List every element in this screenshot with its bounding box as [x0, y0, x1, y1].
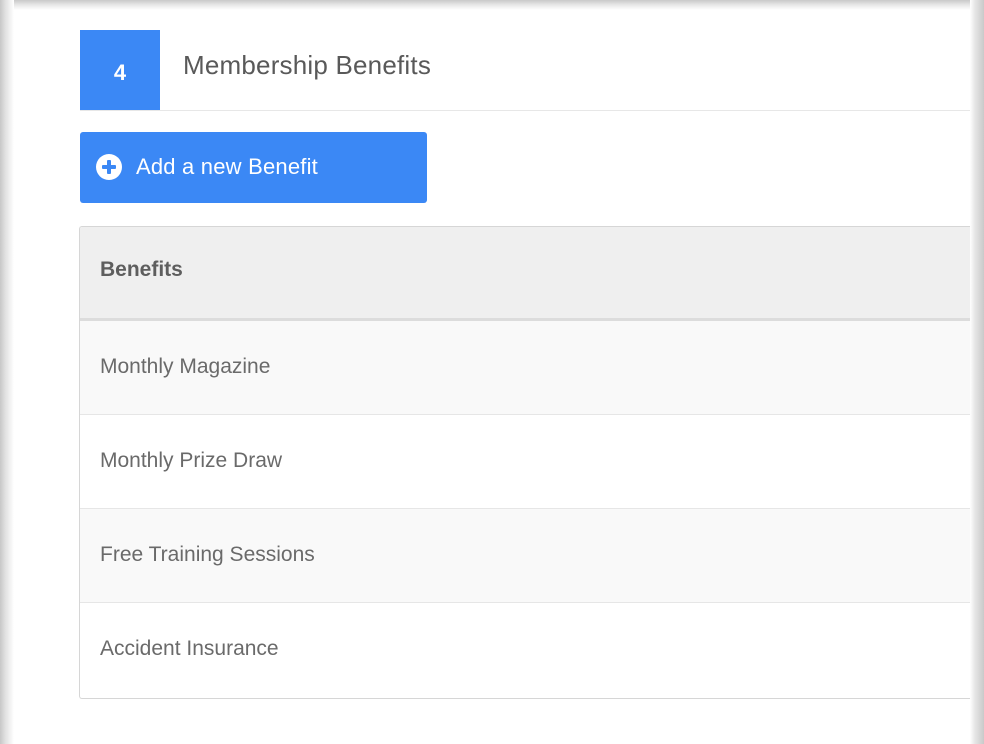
table-row[interactable]: Monthly Prize Draw — [80, 415, 970, 509]
benefit-name: Monthly Magazine — [100, 355, 271, 378]
benefit-name: Free Training Sessions — [100, 543, 315, 566]
membership-benefits-panel: 4 Membership Benefits Add a new Benefit … — [14, 10, 970, 744]
window-shadow-right — [970, 0, 984, 744]
step-number-badge: 4 — [80, 30, 160, 110]
section-title: Membership Benefits — [183, 50, 432, 80]
plus-circle-icon — [96, 154, 122, 180]
table-header: Benefits — [80, 227, 970, 321]
benefits-table: Benefits Monthly Magazine Monthly Prize … — [79, 226, 970, 699]
window-shadow-left — [0, 0, 14, 744]
add-benefit-label: Add a new Benefit — [136, 154, 318, 179]
table-row[interactable]: Accident Insurance — [80, 603, 970, 697]
benefit-name: Monthly Prize Draw — [100, 449, 283, 472]
table-row[interactable]: Monthly Magazine — [80, 321, 970, 415]
benefit-name: Accident Insurance — [100, 637, 279, 660]
window-shadow-top — [0, 0, 984, 10]
column-header-benefits: Benefits — [100, 258, 183, 281]
add-benefit-button[interactable]: Add a new Benefit — [80, 132, 427, 203]
section-header: 4 Membership Benefits — [80, 30, 970, 111]
table-row[interactable]: Free Training Sessions — [80, 509, 970, 603]
